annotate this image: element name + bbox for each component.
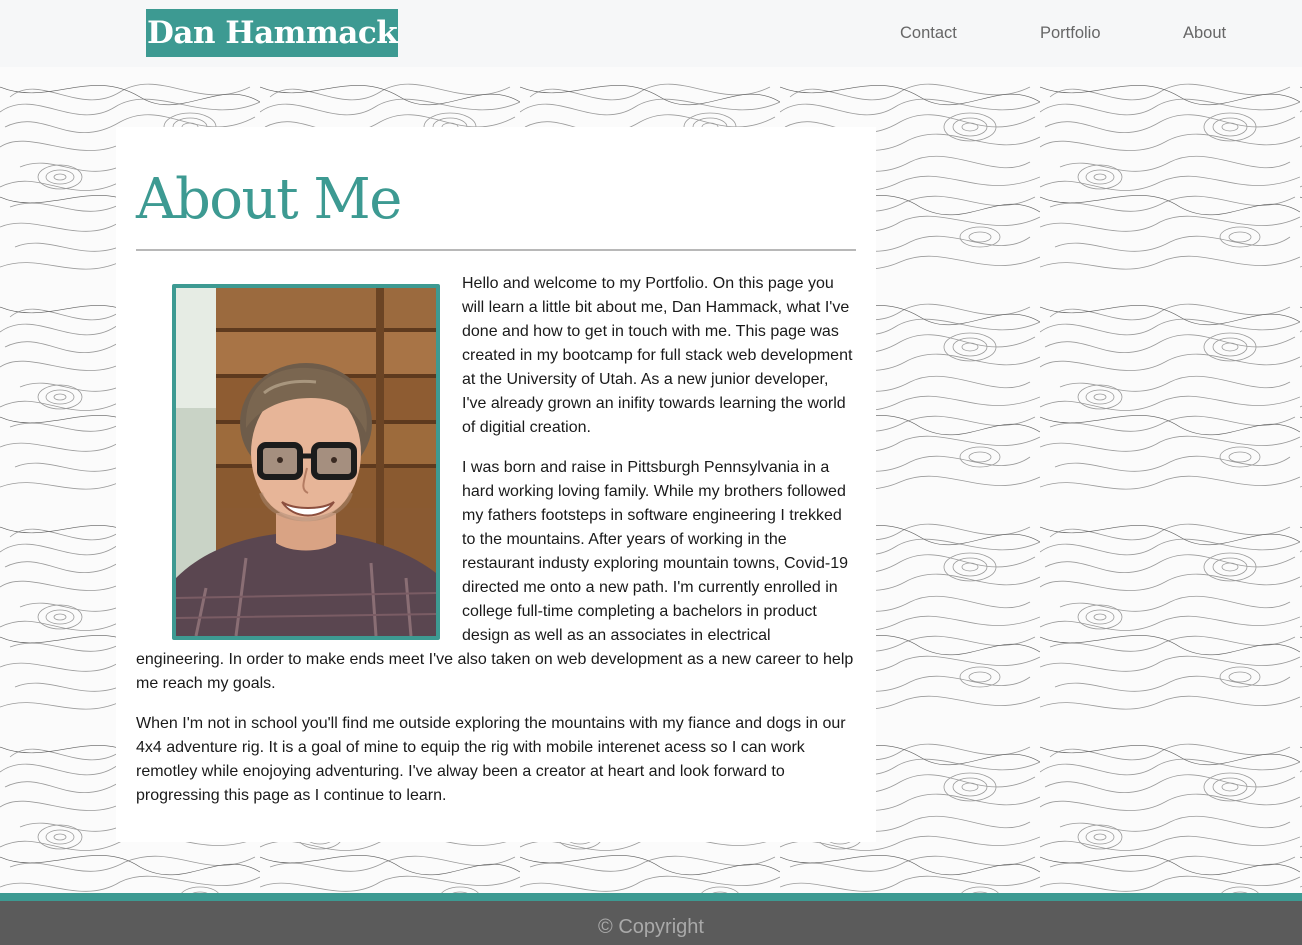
about-card: About Me Hello and welcome to my Portfol…: [116, 127, 876, 842]
about-content: Hello and welcome to my Portfolio. On th…: [136, 251, 856, 808]
copyright-text: © Copyright: [598, 916, 704, 938]
site-brand-logo[interactable]: Dan Hammack: [146, 9, 399, 57]
navbar: Dan Hammack Contact Portfolio About: [0, 0, 1302, 67]
nav-link-about[interactable]: About: [1183, 23, 1226, 43]
nav-link-contact[interactable]: Contact: [900, 23, 957, 43]
nav-link-portfolio[interactable]: Portfolio: [1040, 23, 1101, 43]
profile-photo: [172, 284, 440, 640]
footer: © Copyright: [0, 893, 1302, 945]
about-section: About Me Hello and welcome to my Portfol…: [136, 127, 856, 824]
page-title: About Me: [136, 167, 402, 232]
about-paragraph-3: When I'm not in school you'll find me ou…: [136, 715, 846, 804]
